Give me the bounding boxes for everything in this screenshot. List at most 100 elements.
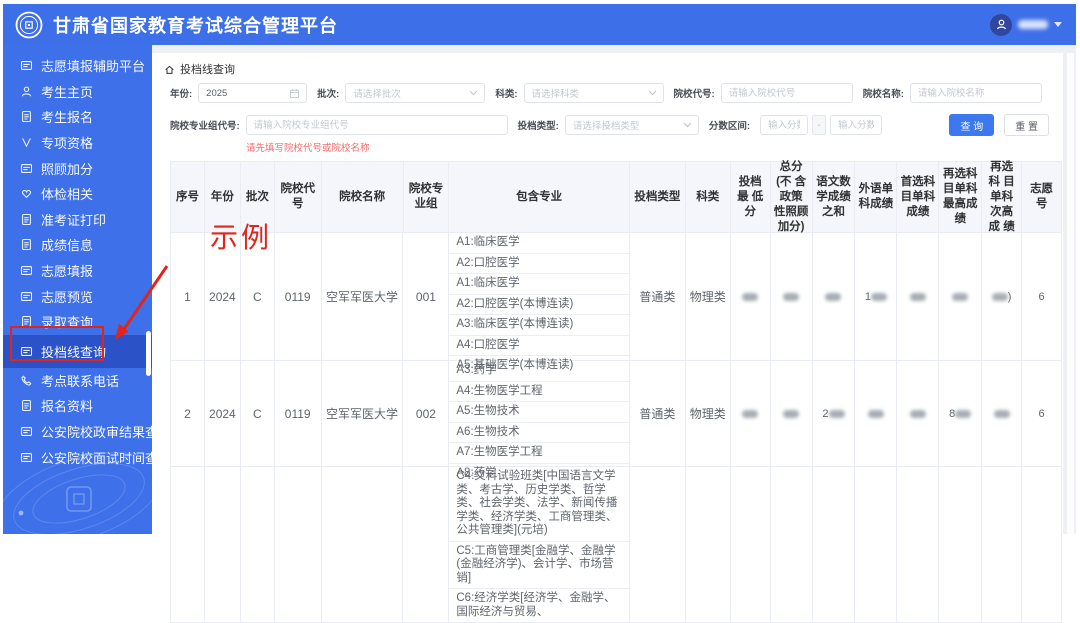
- filter-label: 年份:: [170, 89, 193, 100]
- table-header-cell: 科类: [686, 162, 731, 232]
- user-icon: [20, 85, 33, 98]
- score-cell: [897, 361, 940, 466]
- filter-select[interactable]: 请选择批次: [345, 83, 486, 103]
- redacted-value: [828, 409, 845, 418]
- table-row: 2 2024 C 0119 空军军医大学 002 A3:药学 A4:生物医学工程 A5:生物技术…: [171, 361, 1061, 479]
- sidebar-item[interactable]: 专项资格: [3, 130, 152, 156]
- sidebar-item[interactable]: 志愿填报: [3, 258, 152, 284]
- preview-icon: [20, 290, 33, 303]
- sidebar-item[interactable]: 公安院校政审结果查询: [3, 419, 152, 445]
- filter-group: 院校名称:: [863, 83, 1042, 103]
- sidebar-item[interactable]: 考点联系电话: [3, 368, 152, 394]
- score-max-input[interactable]: [830, 115, 883, 135]
- filter-panel: 年份: 批次: 请选择批次科类: 请选择科类院校代号: 院校名称: 院校专业组代号: 投…: [152, 77, 1063, 154]
- sidebar-item-label: 体检相关: [41, 187, 94, 203]
- table-header-cell: 投档最 低分: [731, 162, 771, 232]
- user-avatar-icon[interactable]: [990, 13, 1012, 36]
- score-cell: 2: [813, 361, 856, 466]
- filter-group-code: 院校专业组代号:: [170, 115, 508, 135]
- sidebar-item[interactable]: 志愿填报辅助平台: [3, 53, 152, 79]
- sidebar-item[interactable]: 公安院校面试时间查询: [3, 444, 152, 470]
- sidebar-item-label: 公安院校政审结果查询: [41, 425, 152, 441]
- chevron-down-icon[interactable]: [1054, 22, 1062, 27]
- major-item: A1:临床医学: [449, 233, 629, 254]
- sidebar-item-label: 公安院校面试时间查询: [41, 450, 152, 466]
- annotation-box: [10, 326, 104, 361]
- score-cell: [897, 233, 940, 360]
- table-header-row: 序号 年份 批次 院校代号 院校名称 院校专 业组 包含专业 投档类型 科类 投档最 低分 总分(不…: [171, 161, 1061, 233]
- user-menu[interactable]: [990, 13, 1062, 36]
- score-cell: 6: [1038, 290, 1045, 303]
- filter-group: 科类: 请选择科类: [495, 83, 664, 103]
- table-cell: 空军军医大学: [322, 361, 404, 466]
- filter-input[interactable]: [909, 83, 1042, 103]
- sidebar-item-label: 成绩信息: [41, 238, 94, 254]
- major-item: A3:药学: [449, 361, 629, 382]
- table-cell: 空军军医大学: [322, 233, 404, 360]
- subject-cell: 物理类: [686, 361, 731, 466]
- file-type-cell: 普通类: [630, 233, 686, 360]
- score-cell: [771, 233, 813, 360]
- file-type-cell: 普通类: [630, 361, 686, 466]
- file-type-select[interactable]: 请选择投档类型: [564, 115, 699, 135]
- filter-group: 批次: 请选择批次: [317, 83, 486, 103]
- content-card: 投档线查询 年份: 批次: 请选择批次科类: 请选择科类院校代号: 院校名称: 院校专业…: [152, 53, 1063, 623]
- form-icon: [20, 110, 33, 123]
- redacted-value: [991, 292, 1008, 301]
- redacted-value: [955, 409, 972, 418]
- sidebar-item[interactable]: 体检相关: [3, 181, 152, 207]
- major-item: A1:临床医学: [449, 274, 629, 295]
- form-hint: 请先填写院校代号或院校名称: [246, 143, 370, 154]
- filter-select[interactable]: 请选择科类: [523, 83, 664, 103]
- score-cell: [813, 467, 856, 622]
- year-date-input[interactable]: [198, 83, 308, 103]
- filter-label: 批次:: [317, 89, 340, 100]
- table-cell: 2024: [205, 361, 241, 466]
- home-icon: [164, 64, 175, 75]
- search-button[interactable]: 查 询: [949, 114, 995, 136]
- reset-button[interactable]: 重 置: [1004, 114, 1049, 136]
- score-cell: 1: [855, 233, 898, 360]
- filter-label: 院校专业组代号:: [170, 121, 240, 132]
- main-area: 投档线查询 年份: 批次: 请选择批次科类: 请选择科类院校代号: 院校名称: 院校专业…: [152, 45, 1076, 623]
- chevron-down-icon: [683, 122, 692, 128]
- major-item: C5:工商管理类[金融学、金融学(金融经济学)、会计学、市场营销]: [449, 542, 629, 589]
- sidebar-item[interactable]: 考生报名: [3, 104, 152, 130]
- audit-icon: [20, 425, 33, 438]
- sidebar-item[interactable]: 成绩信息: [3, 232, 152, 258]
- majors-cell: C4:文科试验班类[中国语言文学类、考古学、历史学类、哲学类、社会学类、法学、新…: [449, 467, 630, 622]
- sidebar-item[interactable]: 考生主页: [3, 79, 152, 105]
- table-header-cell: 总分(不 含政策 性照顾 加分): [771, 161, 813, 233]
- table-cell: 002: [403, 361, 450, 466]
- sidebar-item-label: 专项资格: [41, 136, 94, 152]
- app-header: 甘肃省国家教育考试综合管理平台: [3, 4, 1076, 45]
- sidebar-item-label: 志愿填报: [41, 264, 94, 280]
- sidebar-scrollbar[interactable]: [146, 331, 151, 376]
- redacted-value: [870, 292, 887, 301]
- table-cell: 001: [403, 233, 450, 360]
- main-scrollbar[interactable]: [1067, 53, 1074, 534]
- sidebar-item-label: 准考证打印: [41, 212, 107, 228]
- filter-input[interactable]: [720, 83, 853, 103]
- score-cell: [1022, 467, 1061, 622]
- filter-row-1: 年份: 批次: 请选择批次科类: 请选择科类院校代号: 院校名称:: [170, 83, 1049, 103]
- table-cell: 2: [171, 361, 205, 466]
- filter-label: 科类:: [495, 89, 518, 100]
- redacted-value: [783, 292, 800, 301]
- sidebar-item[interactable]: 志愿预览: [3, 283, 152, 309]
- sidebar-item[interactable]: 报名资料: [3, 393, 152, 419]
- score-min-input[interactable]: [760, 115, 809, 135]
- sidebar-item[interactable]: 照顾加分: [3, 155, 152, 181]
- sidebar-item[interactable]: 准考证打印: [3, 207, 152, 233]
- platform-emblem-icon: [15, 11, 43, 39]
- redacted-value: [909, 409, 926, 418]
- chevron-down-icon: [648, 90, 657, 96]
- subject-cell: 物理类: [686, 233, 731, 360]
- table-cell: [205, 467, 241, 622]
- table-cell: [403, 467, 450, 622]
- filter-group: 院校代号:: [674, 83, 853, 103]
- table-cell: [171, 467, 205, 622]
- group-code-input[interactable]: [245, 115, 508, 135]
- major-item: A4:口腔医学: [449, 336, 629, 356]
- filter-buttons: 查 询 重 置: [949, 114, 1049, 136]
